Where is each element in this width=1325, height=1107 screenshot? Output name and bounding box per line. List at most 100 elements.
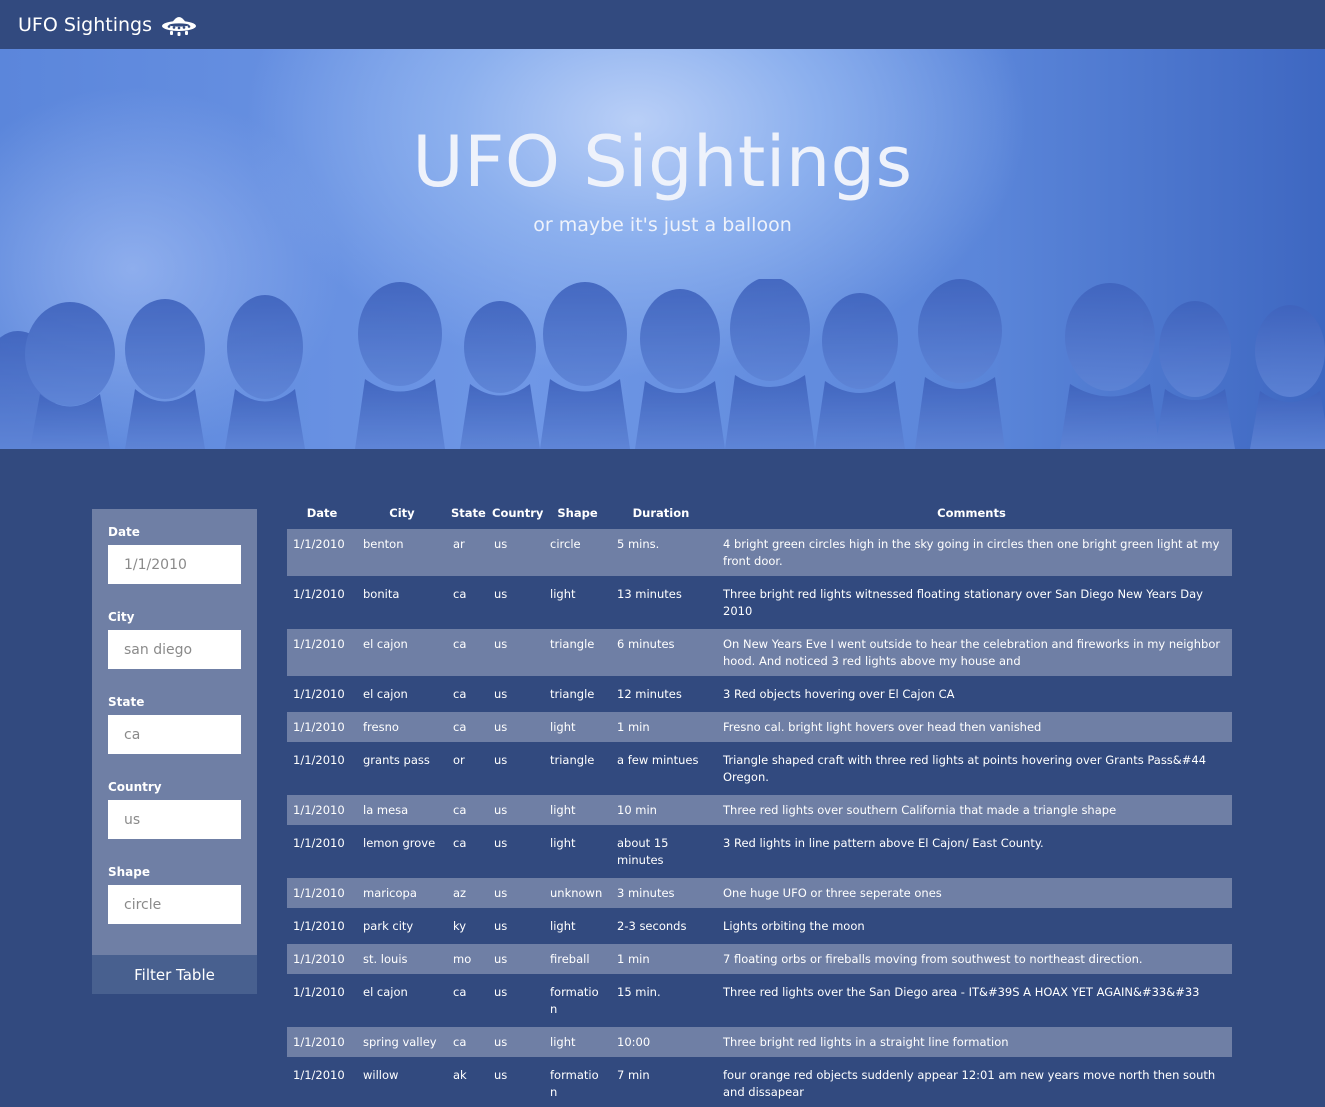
cell-state: ky (453, 918, 467, 933)
cell-shape: triangle (550, 686, 595, 701)
shape-input[interactable] (108, 885, 241, 924)
cell-shape: formation (550, 984, 599, 1016)
cell-date: 1/1/2010 (293, 719, 345, 734)
cell-duration: a few mintues (617, 752, 699, 767)
cell-shape: light (550, 719, 576, 734)
cell-city: willow (363, 1067, 399, 1082)
table-row: 1/1/2010 willow ak us formation 7 min four ora… (287, 1058, 1232, 1107)
cell-duration: 7 min (617, 1067, 650, 1082)
alien-silhouettes-image (0, 279, 1325, 449)
cell-date: 1/1/2010 (293, 636, 345, 651)
cell-country: us (494, 1067, 508, 1082)
cell-city: benton (363, 536, 404, 551)
cell-comments: 3 Red lights in line pattern above El Ca… (723, 835, 1044, 850)
cell-duration: 13 minutes (617, 586, 682, 601)
cell-city: lemon grove (363, 835, 436, 850)
cell-duration: 6 minutes (617, 636, 675, 651)
cell-state: ca (453, 586, 467, 601)
cell-duration: 15 min. (617, 984, 661, 999)
cell-city: la mesa (363, 802, 409, 817)
cell-comments: On New Years Eve I went outside to hear … (723, 636, 1221, 668)
state-input[interactable] (108, 715, 241, 754)
cell-duration: 3 minutes (617, 885, 675, 900)
cell-state: ca (453, 835, 467, 850)
sightings-table: Date City State Country Shape Duration Comment… (287, 500, 1232, 1107)
cell-state: ca (453, 984, 467, 999)
city-filter-group: City (108, 610, 241, 669)
cell-city: st. louis (363, 951, 408, 966)
brand-title: UFO Sightings (18, 13, 153, 36)
cell-shape: light (550, 1034, 576, 1049)
country-filter-group: Country (108, 780, 241, 839)
sightings-table-container: Date City State Country Shape Duration Comment… (287, 500, 1232, 1107)
country-input[interactable] (108, 800, 241, 839)
cell-city: spring valley (363, 1034, 437, 1049)
cell-duration: 5 mins. (617, 536, 660, 551)
cell-country: us (494, 918, 508, 933)
state-filter-group: State (108, 695, 241, 754)
city-input[interactable] (108, 630, 241, 669)
cell-country: us (494, 984, 508, 999)
cell-city: fresno (363, 719, 399, 734)
cell-country: us (494, 885, 508, 900)
cell-comments: Fresno cal. bright light hovers over hea… (723, 719, 1042, 734)
ufo-icon (161, 12, 197, 38)
table-row: 1/1/2010 el cajon ca us triangle 12 minutes 3 … (287, 677, 1232, 710)
cell-country: us (494, 835, 508, 850)
cell-comments: Three bright red lights witnessed floati… (723, 586, 1203, 618)
cell-comments: Three red lights over southern Californi… (723, 802, 1117, 817)
table-row: 1/1/2010 fresno ca us light 1 min Fresno cal. … (287, 710, 1232, 743)
cell-shape: light (550, 802, 576, 817)
cell-date: 1/1/2010 (293, 1067, 345, 1082)
table-body: 1/1/2010 benton ar us circle 5 mins. 4 bright … (287, 527, 1232, 1107)
column-header-date: Date (306, 505, 338, 520)
date-label: Date (108, 525, 140, 539)
cell-duration: 12 minutes (617, 686, 682, 701)
cell-date: 1/1/2010 (293, 951, 345, 966)
cell-shape: fireball (550, 951, 590, 966)
cell-country: us (494, 802, 508, 817)
city-label: City (108, 610, 135, 624)
cell-state: ca (453, 802, 467, 817)
cell-date: 1/1/2010 (293, 536, 345, 551)
table-row: 1/1/2010 grants pass or us triangle a few min… (287, 743, 1232, 793)
cell-country: us (494, 719, 508, 734)
table-row: 1/1/2010 spring valley ca us light 10:00 Three… (287, 1025, 1232, 1058)
cell-state: or (453, 752, 465, 767)
cell-comments: Three red lights over the San Diego area… (723, 984, 1200, 999)
column-header-comments: Comments (937, 505, 1006, 520)
date-input[interactable] (108, 545, 241, 584)
column-header-city: City (389, 505, 415, 520)
cell-city: el cajon (363, 636, 408, 651)
filter-table-button[interactable]: Filter Table (92, 955, 257, 994)
cell-shape: light (550, 918, 576, 933)
cell-shape: triangle (550, 752, 595, 767)
cell-date: 1/1/2010 (293, 1034, 345, 1049)
cell-country: us (494, 1034, 508, 1049)
cell-state: az (453, 885, 467, 900)
cell-shape: light (550, 835, 576, 850)
table-row: 1/1/2010 benton ar us circle 5 mins. 4 bright … (287, 527, 1232, 577)
cell-date: 1/1/2010 (293, 802, 345, 817)
cell-city: park city (363, 918, 414, 933)
shape-label: Shape (108, 865, 151, 879)
hero-title: UFO Sightings (412, 121, 913, 203)
table-header-row: Date City State Country Shape Duration Comment… (287, 500, 1232, 527)
cell-duration: 1 min (617, 951, 650, 966)
filter-panel: Date City State Country Shape Filter Tab… (92, 509, 257, 994)
cell-city: bonita (363, 586, 400, 601)
cell-city: grants pass (363, 752, 430, 767)
cell-duration: 2-3 seconds (617, 918, 687, 933)
cell-state: ar (453, 536, 465, 551)
cell-shape: formation (550, 1067, 599, 1099)
brand-link[interactable]: UFO Sightings (18, 12, 197, 38)
cell-comments: One huge UFO or three seperate ones (723, 885, 942, 900)
table-row: 1/1/2010 el cajon ca us formation 15 min. Thre… (287, 975, 1232, 1025)
cell-date: 1/1/2010 (293, 918, 345, 933)
hero-banner: UFO Sightings or maybe it's just a ballo… (0, 49, 1325, 449)
column-header-shape: Shape (557, 505, 598, 520)
cell-date: 1/1/2010 (293, 984, 345, 999)
shape-filter-group: Shape (108, 865, 241, 924)
table-row: 1/1/2010 maricopa az us unknown 3 minutes One … (287, 876, 1232, 909)
cell-city: maricopa (363, 885, 417, 900)
